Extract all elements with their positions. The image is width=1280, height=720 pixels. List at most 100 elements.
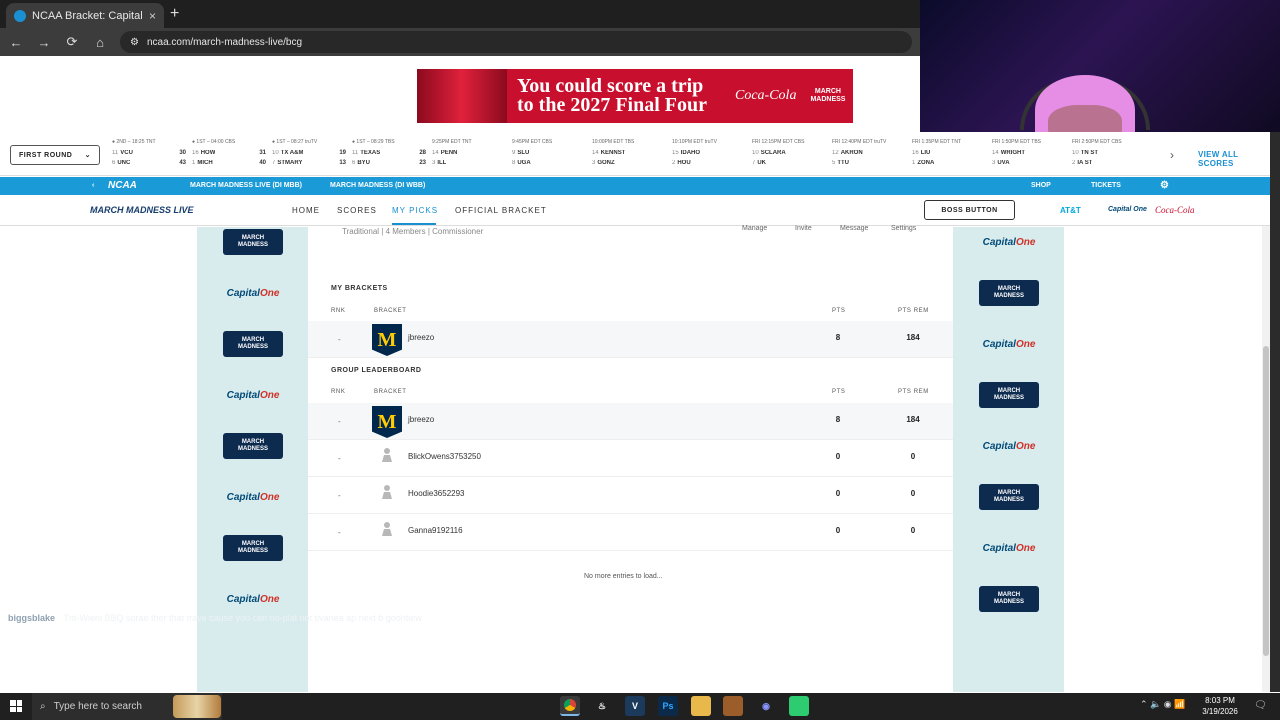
march-madness-logo[interactable]: MARCH MADNESS (223, 535, 283, 561)
team-name: 3 GONZ (592, 160, 615, 166)
team-abbr: TN ST (1080, 150, 1099, 156)
chevron-right-icon[interactable]: › (1170, 148, 1174, 162)
entry-name[interactable]: BlickOwens3753250 (408, 452, 481, 461)
nav-mml-mbb[interactable]: MARCH MADNESS LIVE (DI MBB) (190, 182, 302, 189)
message-link[interactable]: Message (840, 225, 868, 232)
c1-word: Capital (982, 236, 1016, 248)
home-icon[interactable]: ⌂ (92, 35, 108, 50)
capital-one-logo[interactable]: Capital One (979, 229, 1039, 255)
tab-official-bracket[interactable]: OFFICIAL BRACKET (455, 206, 547, 215)
back-icon[interactable]: ← (8, 35, 24, 50)
browser-tab-strip: NCAA Bracket: Capital One March Madness … (0, 0, 920, 28)
game-score-card[interactable]: ● 1ST – 08:27 truTV 10 TX A&M 19 7 STMARY 13 (272, 139, 346, 173)
discord-icon[interactable]: ◉ (756, 696, 776, 716)
bracket-entry-row[interactable]: - BlickOwens3753250 0 0 (308, 440, 953, 476)
entry-rank: - (338, 335, 341, 344)
invite-link[interactable]: Invite (795, 225, 812, 232)
manage-link[interactable]: Manage (742, 225, 767, 232)
game-score-card[interactable]: FRI 1:35PM EDT TNT 16 LIU 1 ZONA (912, 139, 986, 173)
coca-cola-ad-banner[interactable]: You could score a trip to the 2027 Final… (417, 69, 853, 123)
game-score-card[interactable]: FRI 2:50PM EDT CBS 10 TN ST 2 IA ST (1072, 139, 1146, 173)
game-score-card[interactable]: FRI 12:15PM EDT CBS 10 SCLARA 7 UK (752, 139, 826, 173)
team-name: 5 TTU (832, 160, 849, 166)
game-score-card[interactable]: 10:10PM EDT truTV 15 IDAHO 2 HOU (672, 139, 746, 173)
capital-one-logo[interactable]: Capital One (223, 484, 283, 510)
capital-one-logo[interactable]: Capital One (223, 280, 283, 306)
gear-icon[interactable]: ⚙ (1160, 180, 1169, 191)
scrollbar-thumb[interactable] (1263, 346, 1269, 656)
nav-mm-wbb[interactable]: MARCH MADNESS (DI WBB) (330, 182, 425, 189)
bracket-entry-row[interactable]: - Hoodie3652293 0 0 (308, 477, 953, 513)
nav-tickets[interactable]: TICKETS (1091, 182, 1121, 189)
vegas-icon[interactable]: V (625, 696, 645, 716)
game-team-row: 9 SLU (512, 148, 586, 158)
game-score-card[interactable]: 9:25PM EDT TNT 14 PENN 3 ILL (432, 139, 506, 173)
url-field[interactable]: ⚙ ncaa.com/march-madness-live/bcg (120, 31, 912, 53)
capital-one-logo[interactable]: Capital One (223, 382, 283, 408)
capital-one-logo[interactable]: Capital One (979, 433, 1039, 459)
march-madness-logo[interactable]: MARCH MADNESS (979, 382, 1039, 408)
ncaa-logo[interactable]: NCAA (108, 180, 137, 191)
game-team-row: 3 GONZ (592, 158, 666, 168)
windows-start-icon[interactable] (10, 700, 22, 712)
bracket-entry-row[interactable]: - Ganna9192116 0 0 (308, 514, 953, 550)
photoshop-icon[interactable]: Ps (658, 696, 678, 716)
march-madness-logo[interactable]: MARCH MADNESS (223, 331, 283, 357)
page-scrollbar[interactable] (1262, 226, 1270, 692)
march-madness-logo[interactable]: MARCH MADNESS (979, 280, 1039, 306)
tab-scores[interactable]: SCORES (337, 206, 377, 215)
app-icon[interactable] (789, 696, 809, 716)
march-madness-logo[interactable]: MARCH MADNESS (223, 229, 283, 255)
capital-one-logo[interactable]: Capital One (223, 586, 283, 612)
tab-home[interactable]: HOME (292, 206, 320, 215)
chrome-icon[interactable] (560, 696, 580, 716)
file-explorer-icon[interactable] (691, 696, 711, 716)
game-score-card[interactable]: ● 1ST – 04:00 CBS 16 HOW 31 1 MICH 40 (192, 139, 266, 173)
march-madness-logo[interactable]: MARCH MADNESS (979, 484, 1039, 510)
coca-cola-logo-small[interactable]: Coca-Cola (1155, 205, 1195, 215)
capital-one-logo[interactable]: Capital One (979, 535, 1039, 561)
minecraft-launcher-icon[interactable] (723, 696, 743, 716)
c1-word2: One (1015, 440, 1036, 452)
reload-icon[interactable]: ⟳ (64, 34, 80, 50)
entry-name[interactable]: Ganna9192116 (408, 526, 463, 535)
team-score: 23 (419, 160, 426, 166)
col-pts: PTS (832, 308, 846, 314)
nav-prev-icon[interactable]: ‹ (92, 182, 94, 189)
forward-icon[interactable]: → (36, 35, 52, 50)
steam-icon[interactable]: ♨ (592, 696, 612, 716)
march-madness-logo[interactable]: MARCH MADNESS (223, 433, 283, 459)
nav-shop[interactable]: SHOP (1031, 182, 1051, 189)
game-score-card[interactable]: FRI 1:50PM EDT TBS 14 WRIGHT 3 UVA (992, 139, 1066, 173)
capital-one-logo[interactable]: Capital One (1108, 206, 1147, 213)
game-score-card[interactable]: ● 1ST – 08:29 TBS 11 TEXAS 28 6 BYU 23 (352, 139, 426, 173)
close-tab-icon[interactable]: × (149, 9, 156, 23)
game-team-row: 1 ZONA (912, 158, 986, 168)
game-score-card[interactable]: ● 2ND – 18:25 TNT 11 VCU 30 6 UNC 43 (112, 139, 186, 173)
entry-rank: - (338, 454, 341, 463)
system-tray-icons[interactable]: ⌃ 🔈 ◉ 📶 (1140, 699, 1185, 710)
bracket-entry-row[interactable]: - Mjbreezo 8 184 (308, 321, 953, 357)
bracket-entry-row[interactable]: - Mjbreezo 8 184 (308, 403, 953, 439)
entry-name[interactable]: Hoodie3652293 (408, 489, 465, 498)
march-madness-live-logo[interactable]: MARCH MADNESS LIVE (90, 205, 194, 215)
march-madness-logo[interactable]: MARCH MADNESS (979, 586, 1039, 612)
settings-link[interactable]: Settings (891, 225, 916, 232)
capital-one-logo[interactable]: Capital One (979, 331, 1039, 357)
game-score-card[interactable]: 10:00PM EDT TBS 14 KENNST 3 GONZ (592, 139, 666, 173)
boss-button[interactable]: BOSS BUTTON (924, 200, 1015, 220)
att-logo[interactable]: AT&T (1060, 206, 1081, 215)
round-select[interactable]: FIRST ROUND ⌄ (10, 145, 100, 165)
new-tab-button[interactable]: + (170, 5, 179, 23)
game-team-row: 14 KENNST (592, 148, 666, 158)
game-score-card[interactable]: FRI 12:40PM EDT truTV 12 AKRON 5 TTU (832, 139, 906, 173)
tab-my-picks[interactable]: MY PICKS (392, 206, 438, 215)
entry-name[interactable]: jbreezo (408, 415, 434, 424)
taskbar-clock[interactable]: 8:03 PM 3/19/2026 (1196, 695, 1244, 717)
entry-name[interactable]: jbreezo (408, 333, 434, 342)
game-score-card[interactable]: 9:45PM EDT CBS 9 SLU 8 UGA (512, 139, 586, 173)
view-all-scores-link[interactable]: VIEW ALL SCORES (1198, 150, 1270, 168)
browser-tab[interactable]: NCAA Bracket: Capital One March Madness … (6, 3, 164, 28)
site-info-icon[interactable]: ⚙ (130, 37, 139, 48)
notifications-icon[interactable]: 🗨 (1254, 700, 1267, 711)
